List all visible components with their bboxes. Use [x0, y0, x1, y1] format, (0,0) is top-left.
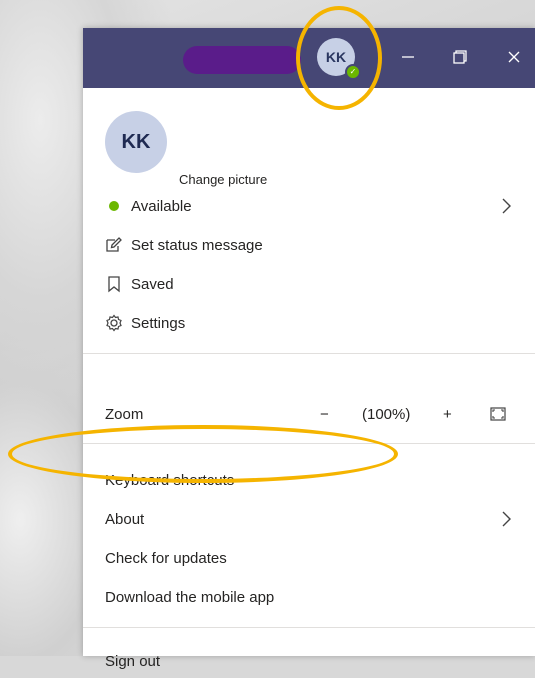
restore-button[interactable] — [445, 42, 475, 72]
teams-window: KK ✓ KK Change picture Available Set sta… — [83, 28, 535, 670]
menu-item-label: Saved — [131, 275, 174, 293]
zoom-label: Zoom — [105, 405, 144, 423]
presence-available-icon: ✓ — [345, 64, 361, 80]
menu-item-label: Sign out — [105, 652, 161, 670]
menu-item-label: Available — [131, 197, 192, 215]
bookmark-icon — [108, 276, 120, 293]
menu-item-available[interactable]: Available — [83, 189, 535, 223]
minimize-button[interactable] — [393, 42, 423, 72]
restore-icon — [453, 50, 467, 64]
minimize-icon — [402, 56, 414, 58]
close-button[interactable] — [499, 42, 529, 72]
menu-item-about[interactable]: About — [83, 502, 535, 536]
close-icon — [508, 51, 520, 63]
zoom-in-button[interactable]: + — [443, 406, 452, 423]
menu-item-label: Download the mobile app — [105, 588, 275, 606]
menu-item-saved[interactable]: Saved — [83, 267, 535, 301]
menu-item-label: Settings — [131, 314, 186, 332]
fullscreen-icon[interactable] — [490, 407, 506, 421]
menu-item-keyboard-shortcuts[interactable]: Keyboard shortcuts — [83, 463, 535, 497]
menu-item-label: Check for updates — [105, 549, 227, 567]
profile-initials: KK — [121, 130, 151, 153]
divider — [83, 627, 535, 628]
divider — [83, 353, 535, 354]
menu-item-check-updates[interactable]: Check for updates — [83, 541, 535, 575]
profile-picture[interactable]: KK — [105, 111, 167, 173]
avatar-initials: KK — [325, 49, 347, 65]
change-picture-link[interactable]: Change picture — [179, 172, 267, 187]
zoom-out-button[interactable]: − — [320, 406, 329, 423]
menu-item-label: Keyboard shortcuts — [105, 471, 235, 489]
gear-icon — [106, 314, 122, 332]
zoom-row: Zoom − (100%) + — [83, 397, 535, 431]
menu-item-download-mobile[interactable]: Download the mobile app — [83, 580, 535, 614]
chevron-right-icon — [502, 511, 511, 527]
menu-item-sign-out[interactable]: Sign out — [83, 644, 535, 678]
redacted-name — [183, 46, 301, 74]
menu-item-set-status[interactable]: Set status message — [83, 228, 535, 262]
edit-status-icon — [106, 237, 122, 252]
chevron-right-icon — [502, 198, 511, 214]
available-dot-icon — [109, 201, 119, 211]
divider — [83, 443, 535, 444]
menu-item-label: Set status message — [131, 236, 263, 254]
menu-item-settings[interactable]: Settings — [83, 306, 535, 340]
zoom-value: (100%) — [362, 405, 411, 423]
title-bar: KK ✓ — [83, 28, 535, 88]
menu-item-label: About — [105, 510, 145, 528]
